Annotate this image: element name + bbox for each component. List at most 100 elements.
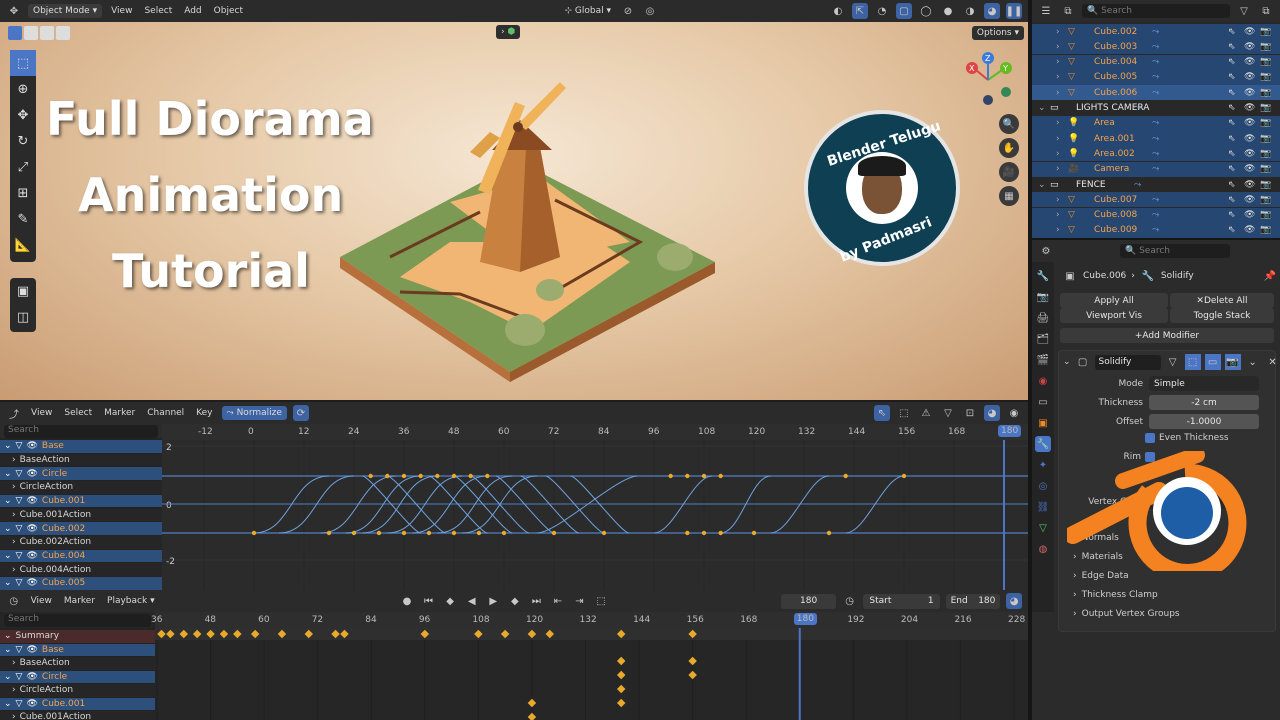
channel-expand-icon[interactable]: ⌄: [4, 469, 12, 479]
visibility-eye-icon[interactable]: 👁: [1244, 149, 1255, 159]
play-reverse-icon[interactable]: ◀: [464, 593, 480, 609]
select-toggle-icon[interactable]: ⇖: [1228, 210, 1236, 220]
pivot-icon[interactable]: ⊡: [962, 405, 978, 421]
channel-expand-icon[interactable]: ›: [12, 565, 16, 575]
physics-tab-icon[interactable]: ◎: [1035, 478, 1051, 494]
expand-icon[interactable]: ›: [1056, 149, 1060, 159]
visibility-eye-icon[interactable]: 👁: [1244, 57, 1255, 67]
channel-expand-icon[interactable]: ⌄: [4, 699, 12, 709]
timeline-menu-marker[interactable]: Marker: [61, 596, 98, 606]
render-camera-icon[interactable]: 📷: [1260, 27, 1271, 37]
orientation-dropdown[interactable]: ⊹ Global ▾: [561, 6, 614, 16]
play-icon[interactable]: ▶: [485, 593, 501, 609]
render-camera-icon[interactable]: 📷: [1260, 210, 1271, 220]
timeline-editor-icon[interactable]: ◷: [6, 593, 22, 609]
shading-render-icon[interactable]: ◕: [984, 3, 1000, 19]
expand-icon[interactable]: ›: [1056, 210, 1060, 220]
pin-icon[interactable]: 📌: [1262, 268, 1278, 284]
graph-menu-marker[interactable]: Marker: [101, 408, 138, 418]
graph-menu-key[interactable]: Key: [193, 408, 215, 418]
render-camera-icon[interactable]: 📷: [1260, 57, 1271, 67]
channel-eye-icon[interactable]: 👁: [26, 645, 37, 655]
apply-all-button[interactable]: Apply All: [1060, 293, 1168, 308]
channel-row[interactable]: › Cube.001Action: [0, 711, 155, 720]
render-camera-icon[interactable]: 📷: [1260, 180, 1271, 190]
channel-row[interactable]: › Cube.002Action: [0, 535, 162, 549]
graph-ruler[interactable]: -12 0 12 24 36 48 60 72 84 96 108 120 132 144 156 168 18…: [162, 424, 1028, 440]
outliner-row[interactable]: › 🎥 Camera ⤳ ⇖ 👁 📷: [1032, 161, 1280, 177]
select-toggle-icon[interactable]: ⇖: [1228, 225, 1236, 235]
end-frame-field[interactable]: End 180: [945, 593, 1001, 609]
select-toggle-icon[interactable]: ⇖: [1228, 134, 1236, 144]
expand-icon[interactable]: ›: [1056, 72, 1060, 82]
outliner-row[interactable]: ⌄ ▭ LIGHTS CAMERA ⤳ ⇖ 👁 📷: [1032, 101, 1280, 116]
viewport-vis-button[interactable]: Viewport Vis: [1060, 308, 1168, 323]
channel-eye-icon[interactable]: 👁: [26, 524, 37, 534]
channel-eye-icon[interactable]: 👁: [26, 441, 37, 451]
modifier-name-field[interactable]: Solidify: [1094, 354, 1161, 370]
ortho-grid-icon[interactable]: ▦: [999, 186, 1019, 206]
channel-row[interactable]: ⌄ Summary: [0, 630, 155, 643]
channel-row[interactable]: ⌄ ▽ 👁 Base: [0, 643, 155, 656]
visibility-icon[interactable]: ◐: [830, 3, 846, 19]
select-toggle-icon[interactable]: ⇖: [1228, 42, 1236, 52]
expand-icon[interactable]: ›: [1056, 164, 1060, 174]
expand-icon[interactable]: ›: [1056, 134, 1060, 144]
expand-icon[interactable]: ⌄: [1038, 180, 1046, 190]
prev-marker-icon[interactable]: ⇤: [550, 593, 566, 609]
normalize-refresh-icon[interactable]: ⟳: [292, 405, 309, 421]
output-tab-icon[interactable]: 🖨: [1035, 310, 1051, 326]
annotate-tool-icon[interactable]: ✎: [10, 206, 36, 232]
channel-expand-icon[interactable]: ⌄: [4, 645, 12, 655]
properties-search[interactable]: 🔍 Search: [1120, 244, 1230, 258]
visibility-eye-icon[interactable]: 👁: [1244, 225, 1255, 235]
select-toggle-icon[interactable]: ⇖: [1228, 149, 1236, 159]
header-toggle-button[interactable]: › ⬢: [496, 25, 521, 39]
render-camera-icon[interactable]: 📷: [1260, 118, 1271, 128]
channel-eye-icon[interactable]: 👁: [26, 578, 37, 588]
tool-tab-icon[interactable]: 🔧: [1035, 268, 1051, 284]
outliner-search[interactable]: 🔍 Search: [1082, 4, 1230, 18]
graph-menu-select[interactable]: Select: [61, 408, 95, 418]
channel-expand-icon[interactable]: ›: [12, 455, 16, 465]
select-toggle-icon[interactable]: ⇖: [1228, 57, 1236, 67]
channel-eye-icon[interactable]: 👁: [26, 469, 37, 479]
channel-expand-icon[interactable]: ›: [12, 537, 16, 547]
channel-expand-icon[interactable]: ›: [12, 712, 16, 720]
visibility-eye-icon[interactable]: 👁: [1244, 118, 1255, 128]
thickness-field[interactable]: -2 cm: [1149, 395, 1259, 410]
channel-expand-icon[interactable]: ⌄: [4, 672, 12, 682]
zoom-icon[interactable]: 🔍: [999, 114, 1019, 134]
visibility-eye-icon[interactable]: 👁: [1244, 103, 1255, 113]
data-tab-icon[interactable]: ▽: [1035, 520, 1051, 536]
mode-dropdown[interactable]: Object Mode ▾: [28, 4, 103, 18]
outliner-row[interactable]: ⌄ ▭ FENCE ⤳ ⇖ 👁 📷: [1032, 177, 1280, 192]
channel-eye-icon[interactable]: 👁: [26, 551, 37, 561]
select-toggle-icon[interactable]: ⇖: [1228, 180, 1236, 190]
shading-material-icon[interactable]: ◑: [962, 3, 978, 19]
start-frame-field[interactable]: Start 1: [863, 593, 940, 609]
expand-icon[interactable]: ›: [1056, 57, 1060, 67]
visibility-eye-icon[interactable]: 👁: [1244, 72, 1255, 82]
visibility-eye-icon[interactable]: 👁: [1244, 88, 1255, 98]
menu-object[interactable]: Object: [211, 6, 246, 16]
visibility-eye-icon[interactable]: 👁: [1244, 42, 1255, 52]
expand-icon[interactable]: ›: [1056, 225, 1060, 235]
edit-mode-icon[interactable]: ▽: [1165, 354, 1181, 370]
properties-editor-icon[interactable]: ⚙: [1038, 243, 1054, 259]
modifier-menu-icon[interactable]: ⌄: [1245, 354, 1261, 370]
camera-view-icon[interactable]: 🎥: [999, 162, 1019, 182]
select-toggle-icon[interactable]: ⇖: [1228, 72, 1236, 82]
render-camera-icon[interactable]: 📷: [1260, 103, 1271, 113]
channel-row[interactable]: ⌄ ▽ 👁 Circle: [0, 467, 162, 481]
world-tab-icon[interactable]: ◉: [1035, 373, 1051, 389]
channel-eye-icon[interactable]: 👁: [26, 699, 37, 709]
jump-start-icon[interactable]: ⏮: [421, 593, 437, 609]
subpanel-header[interactable]: › Edge Data: [1073, 571, 1129, 581]
rotate-tool-icon[interactable]: ↻: [10, 128, 36, 154]
render-camera-icon[interactable]: 📷: [1260, 134, 1271, 144]
outliner-row[interactable]: › ▽ Cube.005 ⤳ ⇖ 👁 📷: [1032, 69, 1280, 85]
object-tab-icon[interactable]: ▣: [1035, 415, 1051, 431]
outliner-row[interactable]: › ▽ Cube.002 ⤳ ⇖ 👁 📷: [1032, 24, 1280, 39]
channel-expand-icon[interactable]: ›: [12, 482, 16, 492]
